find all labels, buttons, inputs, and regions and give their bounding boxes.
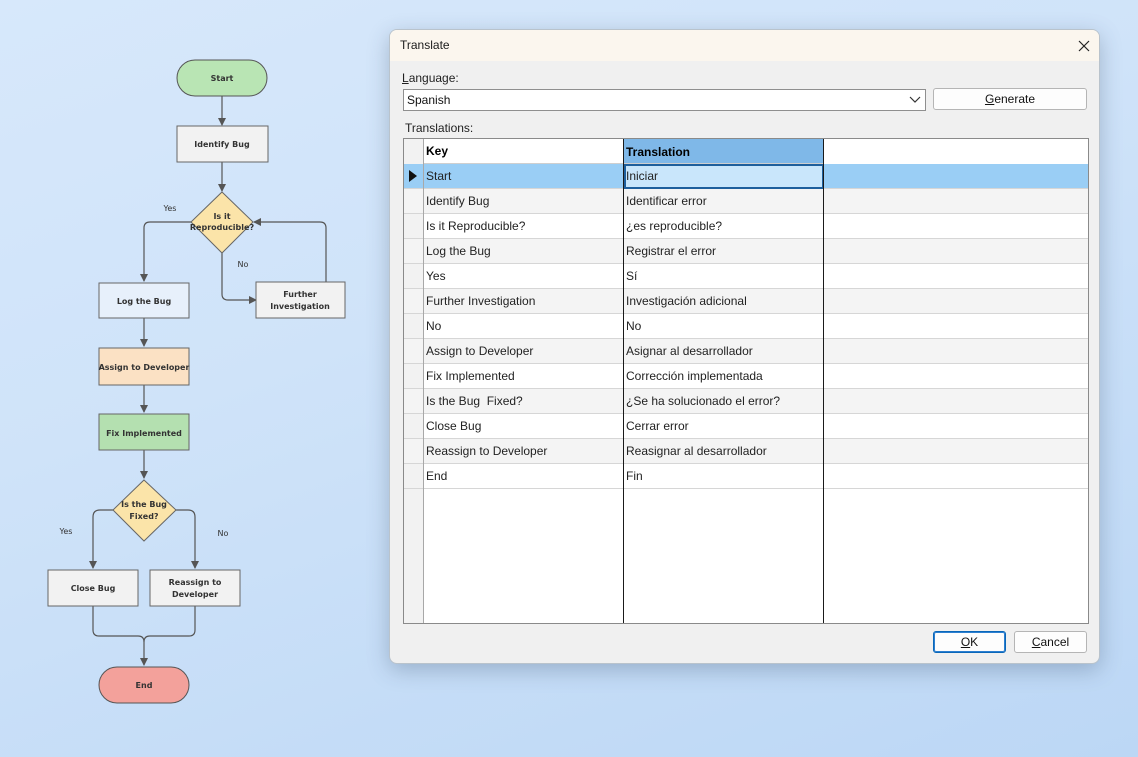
cell-translation[interactable]: Asignar al desarrollador [624,339,824,364]
cell-key[interactable]: Is it Reproducible? [424,214,624,239]
node-close-bug-label: Close Bug [71,584,116,593]
translations-label: Translations: [405,121,474,135]
cell-key[interactable]: End [424,464,624,489]
table-row[interactable]: End Fin [404,464,1088,489]
node-log-bug-label: Log the Bug [117,297,172,306]
node-reassign-label-1: Reassign to [169,578,222,587]
table-row[interactable]: Identify Bug Identificar error [404,189,1088,214]
node-assign-developer[interactable]: Assign to Developer [98,347,190,386]
cell-translation[interactable]: Registrar el error [624,239,824,264]
cell-translation[interactable]: No [624,314,824,339]
edge-label-yes-2: Yes [59,527,73,536]
current-row-pointer-icon [409,170,417,182]
close-button[interactable] [1069,30,1099,61]
cell-translation[interactable]: Corrección implementada [624,364,824,389]
cell-key[interactable]: Start [424,164,624,189]
edge-label-no-2: No [218,529,229,538]
cell-translation[interactable]: ¿Se ha solucionado el error? [624,389,824,414]
table-row[interactable]: Yes Sí [404,264,1088,289]
edge-decision-close [89,509,114,569]
close-icon [1078,40,1090,51]
node-is-reproducible-label-2: Reproducible? [190,223,255,232]
node-fix-implemented[interactable]: Fix Implemented [98,413,190,451]
chevron-down-icon [909,96,921,103]
node-fix-label: Fix Implemented [106,429,182,438]
cell-key[interactable]: Is the Bug Fixed? [424,389,624,414]
node-close-bug[interactable]: Close Bug [47,569,139,607]
cell-key[interactable]: Fix Implemented [424,364,624,389]
dialog-title: Translate [400,38,450,52]
node-identify-bug-label: Identify Bug [194,140,250,149]
cell-translation[interactable]: ¿es reproducible? [624,214,824,239]
node-start-label: Start [211,74,234,83]
cell-translation[interactable]: Iniciar [624,164,824,189]
cell-key[interactable]: Reassign to Developer [424,439,624,464]
node-is-bug-fixed[interactable]: Is the Bug Fixed? [112,479,177,542]
edge-decision-log [140,221,191,282]
cell-translation[interactable]: Cerrar error [624,414,824,439]
table-row[interactable]: Start Iniciar [404,164,1088,189]
node-end[interactable]: End [98,666,190,704]
cell-key[interactable]: Assign to Developer [424,339,624,364]
edge-decision-reassign [175,509,199,569]
table-row[interactable]: Assign to Developer Asignar al desarroll… [404,339,1088,364]
translate-dialog: Translate Language: Spanish Generate Tra… [389,29,1100,664]
cell-translation[interactable]: Reasignar al desarrollador [624,439,824,464]
edge-further-decision [253,218,327,282]
node-is-reproducible-label-1: Is it [213,212,230,221]
node-is-reproducible[interactable]: Is it Reproducible? [190,191,255,254]
language-label: Language: [402,71,459,85]
edge-label-no-1: No [238,260,249,269]
cell-key[interactable]: Log the Bug [424,239,624,264]
table-row[interactable]: Is it Reproducible? ¿es reproducible? [404,214,1088,239]
table-row[interactable]: Close Bug Cerrar error [404,414,1088,439]
cell-key[interactable]: No [424,314,624,339]
node-further-label-1: Further [283,290,317,299]
edge-close-end [92,606,148,666]
cell-translation[interactable]: Fin [624,464,824,489]
node-reassign-developer[interactable]: Reassign to Developer [149,569,241,607]
cell-key[interactable]: Close Bug [424,414,624,439]
node-reassign-label-2: Developer [172,590,218,599]
node-start[interactable]: Start [176,59,268,97]
column-divider [623,139,624,623]
language-dropdown-value: Spanish [407,93,451,107]
column-header-key[interactable]: Key [424,139,624,164]
node-identify-bug[interactable]: Identify Bug [176,125,269,163]
edge-label-yes-1: Yes [163,204,177,213]
node-is-bug-fixed-label-1: Is the Bug [121,500,167,509]
ok-button[interactable]: OK [933,631,1006,653]
translations-grid[interactable]: Key Translation Start Iniciar Identify B… [403,138,1089,624]
node-is-bug-fixed-label-2: Fixed? [129,512,159,521]
table-row[interactable]: Log the Bug Registrar el error [404,239,1088,264]
cell-key[interactable]: Identify Bug [424,189,624,214]
cell-translation[interactable]: Identificar error [624,189,824,214]
cell-key[interactable]: Yes [424,264,624,289]
cell-translation[interactable]: Investigación adicional [624,289,824,314]
cell-key[interactable]: Further Investigation [424,289,624,314]
language-dropdown[interactable]: Spanish [403,89,926,111]
dialog-titlebar[interactable]: Translate [390,30,1099,61]
cancel-button[interactable]: Cancel [1014,631,1087,653]
edge-reassign-end [143,606,196,643]
node-end-label: End [136,681,153,690]
table-row[interactable]: Reassign to Developer Reasignar al desar… [404,439,1088,464]
column-divider [823,139,824,623]
column-divider [423,139,424,623]
table-row[interactable]: Is the Bug Fixed? ¿Se ha solucionado el … [404,389,1088,414]
node-further-investigation[interactable]: Further Investigation [255,281,346,319]
column-header-translation[interactable]: Translation [624,139,824,164]
table-row[interactable]: Further Investigation Investigación adic… [404,289,1088,314]
node-assign-label: Assign to Developer [99,363,190,372]
table-row[interactable]: No No [404,314,1088,339]
node-further-label-2: Investigation [270,302,330,311]
node-log-bug[interactable]: Log the Bug [98,282,190,319]
cell-translation[interactable]: Sí [624,264,824,289]
table-row[interactable]: Fix Implemented Corrección implementada [404,364,1088,389]
flowchart-canvas: Start Identify Bug Is it Reproducible? L… [47,59,346,704]
generate-button[interactable]: Generate [933,88,1087,110]
